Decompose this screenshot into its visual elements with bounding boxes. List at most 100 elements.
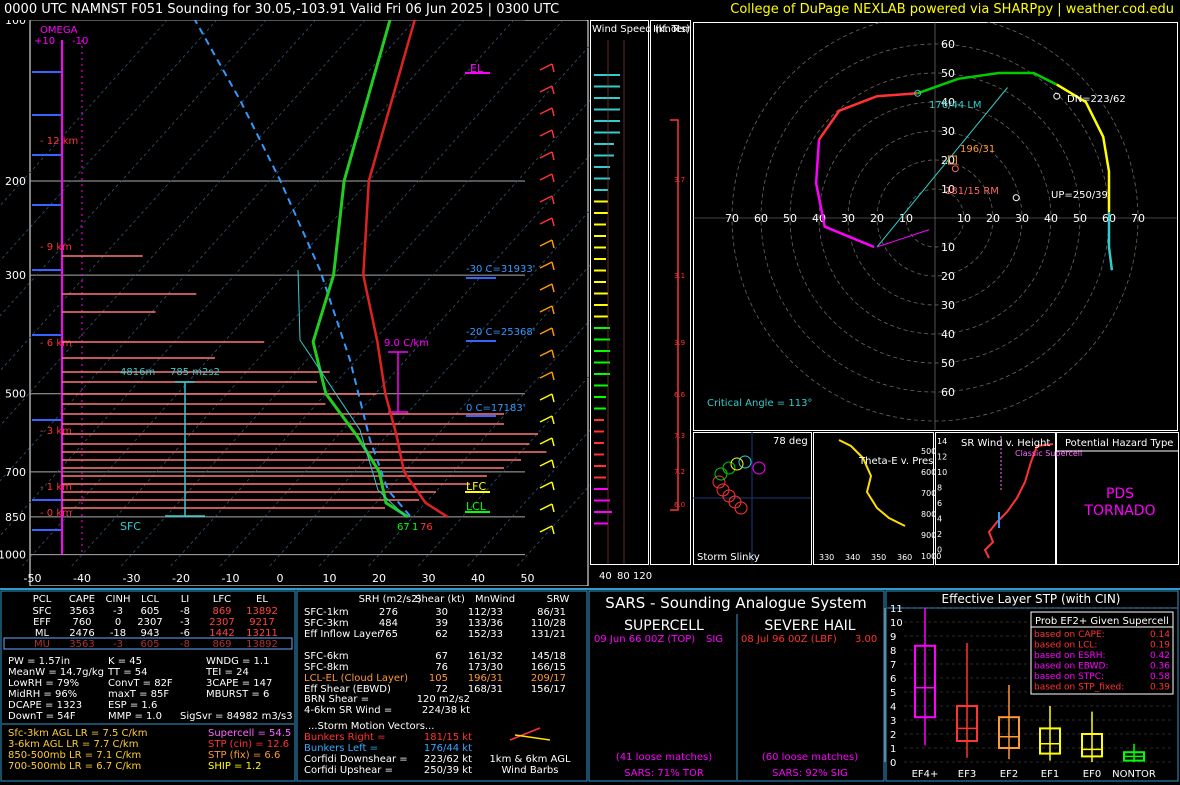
parcel-cell: 3563 — [69, 639, 94, 650]
thetae-ytick: 600 — [921, 468, 936, 477]
composite-index: STP (cin) = 12.6 — [208, 739, 289, 750]
parcel-header: LCL — [141, 594, 160, 605]
index-col1: MeanW = 14.7g/kg — [8, 667, 104, 678]
hodo-xtick: 40 — [1044, 212, 1058, 225]
kin-cell: 30 — [435, 607, 448, 618]
stp-ytick: 6 — [890, 674, 896, 685]
up-label: UP=250/39 — [1051, 190, 1108, 201]
index-col2: maxT = 85F — [108, 689, 169, 700]
index-col2: K = 45 — [108, 656, 142, 667]
stp-ytick: 9 — [890, 632, 896, 643]
kin-cell: 209/17 — [531, 673, 566, 684]
tempadv-title: Inf. Temp. Adv.(C/hr) — [653, 24, 692, 35]
ws-tick-40: 40 — [599, 571, 612, 582]
hodo-xtick: 10 — [957, 212, 971, 225]
dn-label: DN=223/62 — [1067, 94, 1126, 105]
hazard-title: Potential Hazard Type — [1065, 438, 1173, 449]
sigsvr: SigSvr = 84982 m3/s3 — [180, 711, 293, 722]
parcel-cell: -6 — [180, 628, 190, 639]
kin-cell: 166/15 — [531, 662, 566, 673]
kin-cell: 484 — [379, 618, 398, 629]
page-title: 0000 UTC NAMNST F051 Sounding for 30.05,… — [4, 2, 560, 17]
thetae-title: Theta-E v. Pres — [858, 456, 933, 467]
parcel-cell: 943 — [140, 628, 159, 639]
kin-label: SFC-1km — [304, 607, 349, 618]
sfc-td: 67 — [397, 522, 410, 533]
storm-motion-title: ...Storm Motion Vectors... — [308, 721, 434, 732]
kin-cell: 765 — [379, 629, 398, 640]
kin-cell: 173/30 — [468, 662, 503, 673]
hodo-ring-label: 10 — [941, 241, 955, 254]
srwind-ytick: 6 — [937, 499, 942, 508]
stp-category: EF0 — [1083, 769, 1101, 780]
thetae-xtick: 340 — [845, 553, 860, 562]
parcel-header: CINH — [106, 594, 131, 605]
thetae-xtick: 360 — [897, 553, 912, 562]
kin-cell: 62 — [435, 629, 448, 640]
slinky-angle: 78 deg — [773, 436, 808, 447]
pressure-tick: 850 — [5, 511, 26, 524]
parcel-cell: -18 — [110, 628, 126, 639]
hodo-xtick: 20 — [870, 212, 884, 225]
composite-index: STP (fix) = 6.6 — [208, 750, 280, 761]
stp-ytick: 8 — [890, 646, 896, 657]
parcel-cell: ML — [35, 628, 50, 639]
kin-cell: 131/21 — [531, 629, 566, 640]
parcel-cell: 869 — [212, 639, 231, 650]
srwind-ytick: 2 — [937, 530, 942, 539]
parcel-cell: -3 — [180, 617, 190, 628]
kin-cell: 161/32 — [468, 651, 503, 662]
stp-title: Effective Layer STP (with CIN) — [942, 592, 1121, 606]
parcel-cell: 3563 — [69, 606, 94, 617]
kin-cell: 112/33 — [468, 607, 503, 618]
sars-hail-pct: SARS: 92% SIG — [772, 768, 848, 779]
parcel-header: EL — [256, 594, 268, 605]
lfc-label: LFC — [466, 480, 486, 493]
kin-cell: 152/33 — [468, 629, 503, 640]
prob-label: based on EBWD: — [1034, 662, 1109, 672]
index-col3: 3CAPE = 147 — [206, 678, 272, 689]
parcel-cell: 1442 — [209, 628, 234, 639]
lm-label: 176/44 LM — [929, 100, 982, 111]
pressure-tick: 500 — [5, 388, 26, 401]
index-col3: WNDG = 1.1 — [206, 656, 269, 667]
stp-category: EF3 — [958, 769, 976, 780]
parcel-cell: MU — [34, 639, 50, 650]
temp-tick: -20 — [172, 572, 190, 585]
temp-tick: 30 — [422, 572, 436, 585]
temp-tick: -10 — [222, 572, 240, 585]
kin-cell: 196/31 — [468, 673, 503, 684]
index-col3: TEI = 24 — [205, 667, 249, 678]
temp-tick: -40 — [73, 572, 91, 585]
stp-category: EF1 — [1041, 769, 1059, 780]
inflow-depth: 4816m — [120, 367, 155, 378]
srwind-ytick: 12 — [937, 453, 947, 462]
parcel-cell: 13211 — [246, 628, 278, 639]
composite-index: Supercell = 54.5 — [208, 728, 291, 739]
parcel-cell: 2476 — [69, 628, 94, 639]
lapse-label: 9.0 C/km — [384, 338, 429, 349]
kin-cell: 133/36 — [468, 618, 503, 629]
kin-cell: 276 — [379, 607, 398, 618]
prob-value: 0.58 — [1150, 672, 1170, 682]
hodo-ring-label: 30 — [941, 299, 955, 312]
el-label: EL — [470, 62, 484, 75]
index-col1: DownT = 54F — [8, 711, 76, 722]
srwind-ytick: 0 — [937, 546, 942, 555]
srwind-ytick: 8 — [937, 484, 942, 493]
prob-label: based on STP_fixed: — [1034, 683, 1124, 693]
slinky-title: Storm Slinky — [697, 552, 760, 563]
prob-label: based on LCL: — [1034, 641, 1097, 651]
parcel-header: LFC — [213, 594, 231, 605]
index-col2: TT = 54 — [107, 667, 148, 678]
temp-tick: 20 — [372, 572, 386, 585]
stp-ytick: 5 — [890, 688, 896, 699]
parcel-cell: -3 — [113, 606, 123, 617]
iso0-label: 0 C=17183' — [466, 403, 525, 414]
sars-title: SARS - Sounding Analogue System — [605, 594, 866, 612]
prob-value: 0.36 — [1150, 662, 1170, 672]
kin-label: SFC-6km — [304, 651, 349, 662]
hodo-xtick: 50 — [783, 212, 797, 225]
index-col2: MMP = 1.0 — [108, 711, 162, 722]
tempadv-val: 6.6 — [674, 391, 686, 399]
